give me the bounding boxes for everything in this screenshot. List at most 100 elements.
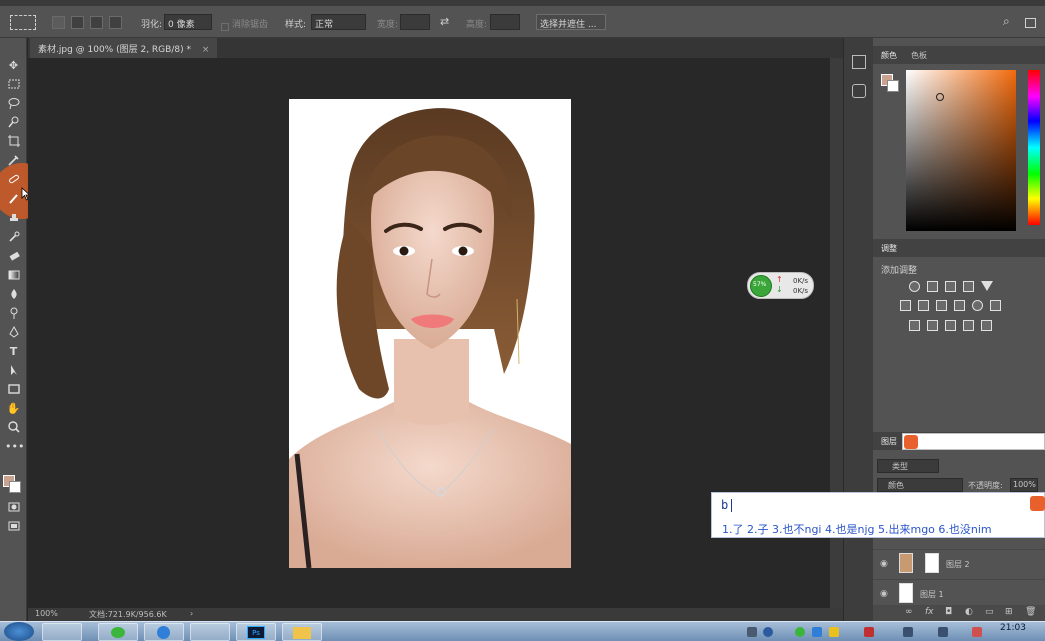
blend-mode-select[interactable]: 颜色 bbox=[877, 478, 963, 492]
select-and-mask-button[interactable]: 选择并遮住 ... bbox=[536, 14, 606, 30]
taskbar-app-browser[interactable] bbox=[144, 623, 184, 641]
color-picker-field[interactable] bbox=[906, 70, 1016, 231]
tray-icon[interactable] bbox=[747, 627, 757, 637]
blur-tool-icon[interactable] bbox=[5, 287, 22, 303]
tab-color[interactable]: 颜色 bbox=[881, 50, 897, 61]
clone-stamp-tool-icon[interactable] bbox=[5, 211, 22, 227]
brightness-icon[interactable] bbox=[909, 281, 920, 292]
search-icon[interactable]: ⌕ bbox=[1003, 14, 1010, 29]
pen-tool-icon[interactable] bbox=[5, 325, 22, 341]
taskbar-app-photoshop[interactable]: Ps bbox=[236, 623, 276, 641]
selective-color-icon[interactable] bbox=[981, 320, 992, 331]
quick-select-tool-icon[interactable] bbox=[5, 115, 22, 131]
tray-network-icon[interactable] bbox=[938, 627, 948, 637]
intersect-selection-button[interactable] bbox=[109, 16, 122, 29]
swap-icon[interactable]: ⇄ bbox=[440, 15, 449, 28]
move-tool-icon[interactable]: ✥ bbox=[5, 58, 22, 74]
tray-help-icon[interactable] bbox=[763, 627, 773, 637]
tab-adjustments[interactable]: 调整 bbox=[881, 243, 897, 254]
status-arrow-icon[interactable]: › bbox=[190, 609, 193, 618]
tray-icon[interactable] bbox=[829, 627, 839, 637]
properties-panel-icon[interactable] bbox=[852, 84, 866, 98]
canvas-image[interactable] bbox=[289, 99, 571, 568]
gradient-map-icon[interactable] bbox=[963, 320, 974, 331]
ime-toolbar[interactable] bbox=[902, 433, 1045, 450]
crop-tool-icon[interactable] bbox=[5, 134, 22, 150]
feather-input[interactable]: 0 像素 bbox=[164, 14, 212, 30]
opacity-input[interactable]: 100% bbox=[1010, 478, 1038, 492]
start-button[interactable] bbox=[4, 622, 34, 641]
posterize-icon[interactable] bbox=[927, 320, 938, 331]
history-brush-tool-icon[interactable] bbox=[5, 230, 22, 246]
eraser-tool-icon[interactable] bbox=[5, 249, 22, 265]
brush-tool-icon[interactable] bbox=[5, 191, 22, 207]
healing-brush-tool-icon[interactable] bbox=[5, 172, 22, 188]
subtract-selection-button[interactable] bbox=[90, 16, 103, 29]
tray-volume-icon[interactable] bbox=[903, 627, 913, 637]
network-speed-widget[interactable]: 57% ↑ ↓ 0K/s 0K/s bbox=[747, 272, 814, 299]
type-tool-icon[interactable]: T bbox=[5, 344, 22, 360]
taskbar-app-game[interactable] bbox=[42, 623, 82, 641]
new-adjustment-icon[interactable]: ◐ bbox=[965, 607, 973, 617]
more-tools-icon[interactable]: ••• bbox=[5, 439, 24, 455]
workspace-icon[interactable] bbox=[1025, 18, 1036, 28]
photo-filter-icon[interactable] bbox=[954, 300, 965, 311]
document-size[interactable]: 文档:721.9K/956.6K bbox=[89, 609, 167, 620]
fx-icon[interactable]: fx bbox=[925, 607, 934, 617]
levels-icon[interactable] bbox=[927, 281, 938, 292]
clock-time[interactable]: 21:03 bbox=[1000, 623, 1026, 633]
add-selection-button[interactable] bbox=[71, 16, 84, 29]
rectangle-tool-icon[interactable] bbox=[5, 382, 22, 398]
lasso-tool-icon[interactable] bbox=[5, 96, 22, 112]
height-input[interactable] bbox=[490, 14, 520, 30]
hand-tool-icon[interactable]: ✋ bbox=[5, 401, 22, 417]
style-select[interactable]: 正常 bbox=[311, 14, 366, 30]
history-panel-icon[interactable] bbox=[852, 55, 866, 69]
visibility-eye-icon[interactable]: ◉ bbox=[880, 559, 888, 569]
zoom-tool-icon[interactable] bbox=[5, 420, 22, 436]
new-layer-icon[interactable]: ⊞ bbox=[1005, 607, 1013, 617]
taskbar-app-wechat[interactable] bbox=[98, 623, 138, 641]
gradient-tool-icon[interactable] bbox=[5, 268, 22, 284]
width-input[interactable] bbox=[400, 14, 430, 30]
close-tab-icon[interactable]: × bbox=[202, 45, 210, 55]
visibility-eye-icon[interactable]: ◉ bbox=[880, 589, 888, 599]
panel-bg-swatch[interactable] bbox=[887, 80, 899, 92]
link-layers-icon[interactable]: ∞ bbox=[905, 607, 913, 617]
layer-row[interactable]: ◉ 图层 2 bbox=[873, 549, 1045, 577]
tray-icon[interactable] bbox=[812, 627, 822, 637]
hue-saturation-icon[interactable] bbox=[900, 300, 911, 311]
ime-candidate-window[interactable]: b 1.了 2.子 3.也不ngi 4.也是njg 5.出来mgo 6.也没ni… bbox=[711, 492, 1045, 538]
new-selection-button[interactable] bbox=[52, 16, 65, 29]
antialias-checkbox[interactable] bbox=[221, 23, 229, 31]
tab-swatches[interactable]: 色板 bbox=[911, 50, 927, 61]
marquee-preset-icon[interactable] bbox=[10, 15, 36, 30]
hue-slider[interactable] bbox=[1028, 70, 1040, 225]
vibrance-icon[interactable] bbox=[981, 281, 993, 291]
kind-filter-select[interactable]: 类型 bbox=[877, 459, 939, 473]
exposure-icon[interactable] bbox=[963, 281, 974, 292]
tray-icon[interactable] bbox=[864, 627, 874, 637]
marquee-tool-icon[interactable] bbox=[5, 77, 22, 93]
tab-layers[interactable]: 图层 bbox=[881, 436, 897, 447]
delete-layer-icon[interactable]: 🗑 bbox=[1025, 607, 1036, 617]
channel-mixer-icon[interactable] bbox=[972, 300, 983, 311]
taskbar-app-folder[interactable] bbox=[282, 623, 322, 641]
screen-mode-icon[interactable] bbox=[5, 519, 22, 535]
background-color-swatch[interactable] bbox=[9, 481, 21, 493]
layer-row[interactable]: ◉ 图层 1 bbox=[873, 579, 1045, 607]
quick-mask-icon[interactable] bbox=[5, 500, 22, 516]
black-white-icon[interactable] bbox=[936, 300, 947, 311]
threshold-icon[interactable] bbox=[945, 320, 956, 331]
add-mask-icon[interactable]: ◘ bbox=[945, 607, 952, 617]
invert-icon[interactable] bbox=[909, 320, 920, 331]
dodge-tool-icon[interactable] bbox=[5, 306, 22, 322]
tray-icon[interactable] bbox=[972, 627, 982, 637]
layer-mask-thumbnail[interactable] bbox=[925, 553, 939, 573]
tray-wechat-icon[interactable] bbox=[795, 627, 805, 637]
new-group-icon[interactable]: ▭ bbox=[985, 607, 994, 617]
taskbar-app-files[interactable] bbox=[190, 623, 230, 641]
path-select-tool-icon[interactable] bbox=[5, 363, 22, 379]
curves-icon[interactable] bbox=[945, 281, 956, 292]
color-lookup-icon[interactable] bbox=[990, 300, 1001, 311]
